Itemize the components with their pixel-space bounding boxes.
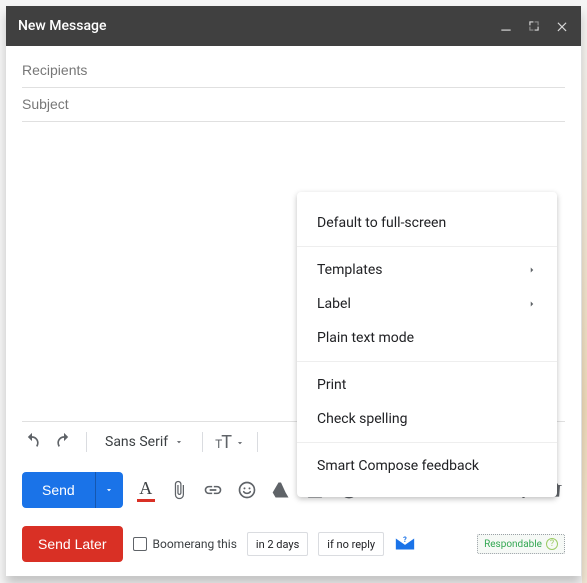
respondable-label: Respondable (484, 539, 542, 550)
subject-field[interactable] (22, 96, 565, 112)
svg-text:?: ? (403, 535, 407, 544)
menu-section: Smart Compose feedback (297, 443, 557, 489)
expand-icon[interactable] (527, 19, 541, 33)
font-family-button[interactable]: Sans Serif (99, 430, 190, 454)
close-icon[interactable] (555, 19, 569, 33)
divider (202, 432, 203, 452)
menu-templates[interactable]: Templates (297, 253, 557, 287)
recipients-field[interactable] (22, 62, 565, 78)
drive-icon[interactable] (271, 480, 291, 500)
link-icon[interactable] (203, 480, 223, 500)
undo-icon[interactable] (22, 432, 42, 452)
chevron-down-icon (174, 437, 184, 447)
boomerang-checkbox-label: Boomerang this (153, 537, 237, 551)
window-controls (499, 19, 569, 33)
menu-section: Templates Label Plain text mode (297, 247, 557, 362)
send-options-button[interactable] (95, 472, 123, 508)
menu-check-spelling[interactable]: Check spelling (297, 402, 557, 436)
checkbox-box (133, 537, 147, 551)
background-strip (582, 0, 587, 583)
menu-default-fullscreen[interactable]: Default to full-screen (297, 206, 557, 240)
emoji-icon[interactable] (237, 480, 257, 500)
window-header: New Message (6, 6, 581, 46)
fields-area (6, 46, 581, 122)
respondable-help-icon: ? (546, 538, 558, 550)
subject-row (22, 88, 565, 122)
text-color-button[interactable]: A (137, 478, 155, 502)
boomerang-checkbox[interactable]: Boomerang this (133, 537, 237, 551)
menu-section: Print Check spelling (297, 362, 557, 443)
menu-label[interactable]: Label (297, 287, 557, 321)
minimize-icon[interactable] (499, 19, 513, 33)
boomerang-help-icon[interactable]: ? (394, 533, 416, 555)
attach-icon[interactable] (169, 480, 189, 500)
respondable-badge[interactable]: Respondable ? (477, 534, 565, 554)
boomerang-row: Send Later Boomerang this in 2 days if n… (6, 518, 581, 576)
chevron-right-icon (527, 299, 537, 309)
boomerang-delay-select[interactable]: in 2 days (247, 532, 308, 556)
boomerang-condition-select[interactable]: if no reply (318, 532, 384, 556)
send-button[interactable]: Send (22, 472, 95, 508)
send-button-group: Send (22, 472, 123, 508)
menu-section: Default to full-screen (297, 200, 557, 247)
font-family-label: Sans Serif (105, 434, 168, 450)
redo-icon[interactable] (54, 432, 74, 452)
more-options-menu: Default to full-screen Templates Label P… (297, 192, 557, 497)
menu-smart-compose-feedback[interactable]: Smart Compose feedback (297, 449, 557, 483)
font-size-button[interactable]: TT (215, 432, 245, 453)
recipients-row (22, 54, 565, 88)
chevron-right-icon (527, 265, 537, 275)
menu-plain-text[interactable]: Plain text mode (297, 321, 557, 355)
window-title: New Message (18, 18, 491, 34)
divider (86, 432, 87, 452)
divider (257, 432, 258, 452)
menu-print[interactable]: Print (297, 368, 557, 402)
send-later-button[interactable]: Send Later (22, 526, 123, 562)
